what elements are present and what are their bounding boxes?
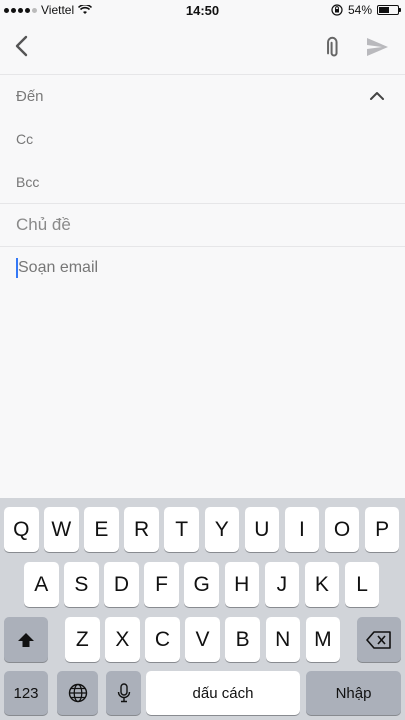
- key-z[interactable]: Z: [65, 617, 100, 662]
- key-i[interactable]: I: [284, 507, 320, 552]
- key-l[interactable]: L: [344, 562, 380, 607]
- key-j[interactable]: J: [264, 562, 300, 607]
- globe-icon: [68, 683, 87, 703]
- keyboard: 123 dấu cách Nhập QWERTYUIOP ASDFGHJKL ZXC…: [0, 498, 405, 720]
- key-k[interactable]: K: [304, 562, 340, 607]
- chevron-up-icon[interactable]: [369, 88, 385, 104]
- return-key[interactable]: Nhập: [306, 671, 401, 715]
- status-right: 54%: [331, 3, 401, 17]
- microphone-icon: [117, 683, 130, 703]
- key-h[interactable]: H: [224, 562, 259, 607]
- shift-icon: [18, 632, 34, 647]
- key-w[interactable]: W: [44, 507, 79, 552]
- body-placeholder: Soạn email: [18, 259, 99, 276]
- key-f[interactable]: F: [144, 562, 179, 607]
- divider: [0, 246, 405, 247]
- key-a[interactable]: A: [24, 562, 59, 607]
- space-key[interactable]: dấu cách: [146, 671, 300, 715]
- bcc-field-label[interactable]: Bcc: [16, 174, 39, 190]
- numbers-key[interactable]: 123: [4, 671, 48, 715]
- microphone-key[interactable]: [106, 671, 141, 715]
- backspace-icon: [366, 630, 391, 649]
- key-g[interactable]: G: [184, 562, 219, 607]
- key-x[interactable]: X: [105, 617, 140, 662]
- key-n[interactable]: N: [265, 617, 300, 662]
- key-p[interactable]: P: [364, 507, 400, 552]
- key-q[interactable]: Q: [4, 507, 39, 552]
- battery-level: [379, 7, 389, 13]
- orientation-lock-icon: [331, 4, 343, 16]
- key-e[interactable]: E: [84, 507, 119, 552]
- paperclip-icon[interactable]: [321, 35, 345, 59]
- shift-key[interactable]: [4, 617, 48, 662]
- key-s[interactable]: S: [64, 562, 99, 607]
- key-v[interactable]: V: [185, 617, 220, 662]
- key-o[interactable]: O: [324, 507, 360, 552]
- to-field-label[interactable]: Đến: [16, 88, 44, 105]
- subject-input[interactable]: Chủ đề: [16, 215, 71, 235]
- battery-percent: 54%: [347, 3, 372, 17]
- key-u[interactable]: U: [244, 507, 280, 552]
- key-y[interactable]: Y: [204, 507, 239, 552]
- send-icon[interactable]: [365, 35, 389, 59]
- delete-key[interactable]: [357, 617, 401, 662]
- compose-toolbar: [0, 20, 405, 75]
- key-m[interactable]: M: [305, 617, 341, 662]
- key-b[interactable]: B: [225, 617, 260, 662]
- key-t[interactable]: T: [164, 507, 199, 552]
- key-r[interactable]: R: [124, 507, 159, 552]
- status-bar: Viettel 14:50 54%: [0, 0, 405, 20]
- key-d[interactable]: D: [104, 562, 139, 607]
- globe-key[interactable]: [57, 671, 98, 715]
- chevron-left-icon[interactable]: [10, 34, 34, 58]
- divider: [0, 203, 405, 204]
- body-input[interactable]: Soạn email: [16, 258, 98, 278]
- battery-icon: [377, 5, 401, 15]
- key-c[interactable]: C: [145, 617, 180, 662]
- cc-field-label[interactable]: Cc: [16, 131, 33, 147]
